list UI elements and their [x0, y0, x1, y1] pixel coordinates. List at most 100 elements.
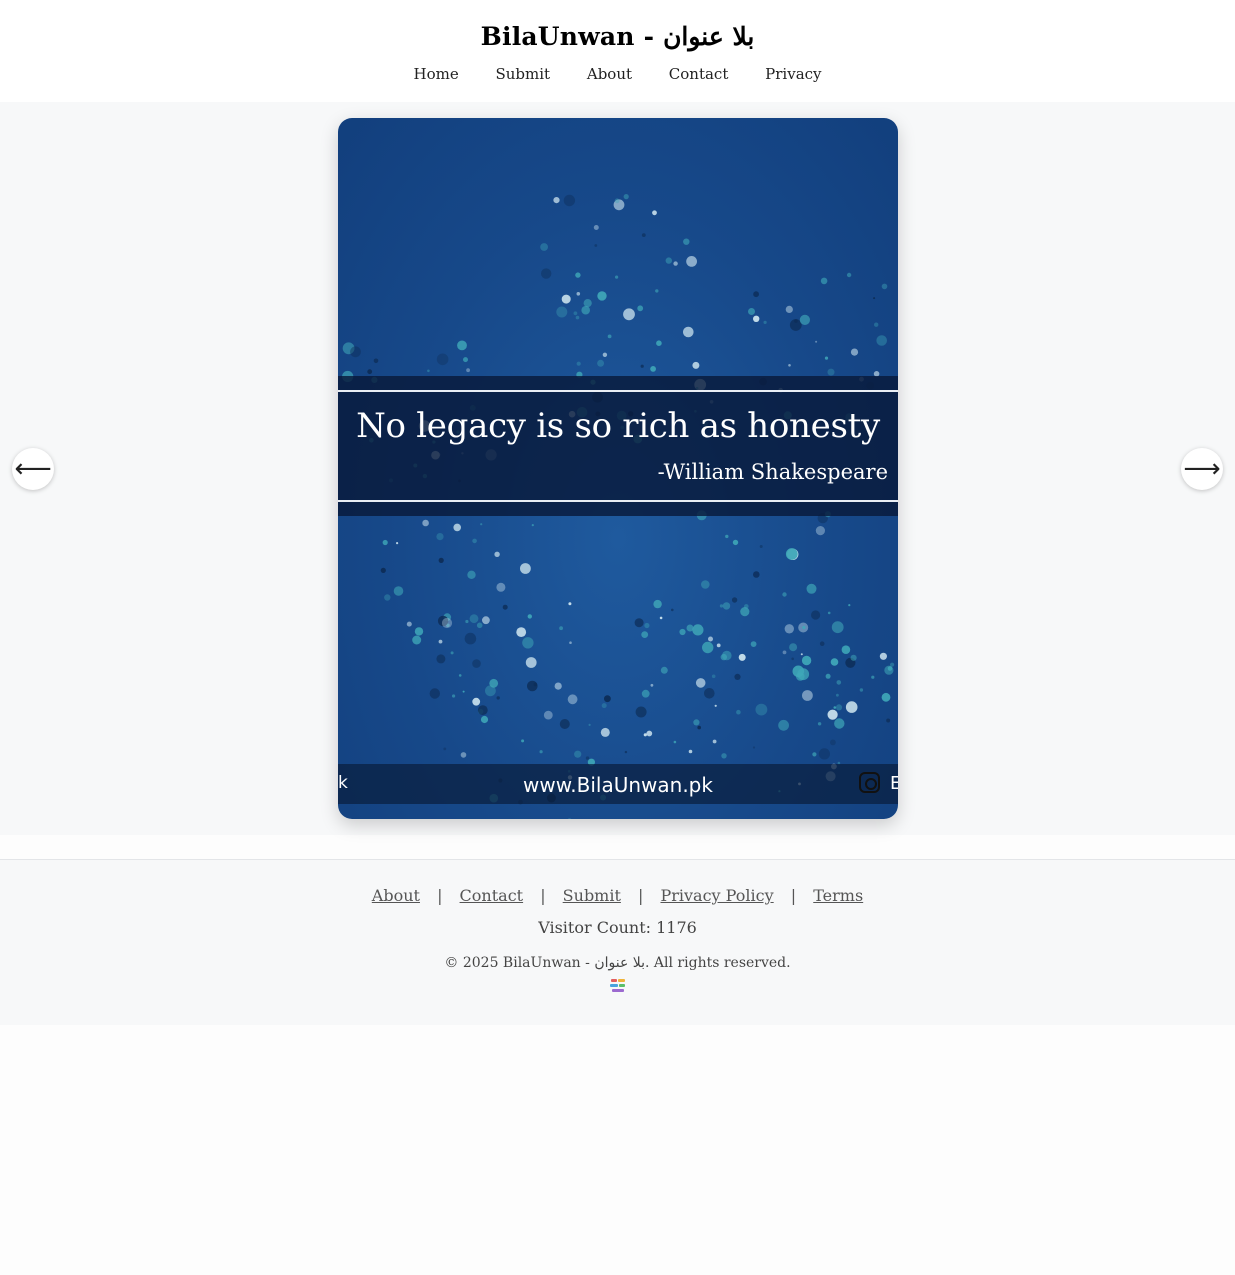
- water-droplet: [644, 622, 650, 629]
- water-droplet: [714, 704, 717, 707]
- footer-link-about[interactable]: About: [372, 886, 420, 905]
- water-droplet: [871, 675, 875, 679]
- water-droplet: [800, 653, 803, 656]
- water-droplet: [711, 674, 716, 679]
- water-droplet: [701, 580, 710, 589]
- water-droplet: [688, 749, 693, 754]
- main-nav: Home Submit About Contact Privacy: [0, 65, 1235, 83]
- quote-image[interactable]: No legacy is so rich as honesty -William…: [338, 118, 898, 819]
- water-droplet: [465, 619, 469, 624]
- water-droplet: [436, 654, 446, 664]
- water-droplet: [686, 256, 697, 267]
- footer-link-terms[interactable]: Terms: [813, 886, 863, 905]
- water-droplet: [463, 357, 468, 363]
- water-droplet: [836, 693, 839, 697]
- water-droplet: [732, 539, 739, 546]
- website-url: www.BilaUnwan.pk: [523, 773, 713, 797]
- water-droplet: [712, 739, 717, 744]
- water-droplet: [650, 683, 654, 687]
- water-droplet: [367, 369, 373, 375]
- water-droplet: [881, 692, 891, 702]
- next-arrow-button[interactable]: ⟶: [1181, 448, 1223, 490]
- nav-home[interactable]: Home: [413, 65, 458, 83]
- water-droplet: [414, 627, 424, 636]
- water-droplet: [665, 257, 672, 264]
- quote-gallery: ⟵ No legacy is so rich as honesty -Willi…: [0, 102, 1235, 835]
- water-droplet: [731, 597, 738, 603]
- water-droplet: [825, 673, 831, 679]
- water-droplet: [520, 563, 531, 574]
- water-droplet: [736, 709, 741, 715]
- water-droplet: [818, 748, 830, 760]
- water-droplet: [521, 739, 525, 743]
- water-droplet: [782, 592, 787, 597]
- water-droplet: [438, 639, 443, 644]
- water-droplet: [725, 534, 729, 539]
- nav-privacy[interactable]: Privacy: [765, 65, 821, 83]
- water-droplet: [686, 624, 694, 632]
- water-droplet: [820, 277, 828, 285]
- water-droplet: [656, 340, 662, 346]
- quote-banner: No legacy is so rich as honesty -William…: [338, 376, 898, 516]
- water-droplet: [671, 608, 674, 612]
- visitor-count: Visitor Count: 1176: [538, 918, 697, 937]
- water-droplet: [563, 194, 576, 207]
- nav-contact[interactable]: Contact: [669, 65, 729, 83]
- prev-arrow-button[interactable]: ⟵: [12, 448, 54, 490]
- water-droplet: [480, 715, 489, 724]
- instagram-icon: [859, 772, 880, 793]
- site-title[interactable]: BilaUnwan - بلا عنوان: [0, 22, 1235, 51]
- water-droplet: [716, 643, 721, 648]
- water-droplet: [576, 292, 581, 296]
- water-droplet: [833, 706, 837, 709]
- footer-link-contact[interactable]: Contact: [460, 886, 524, 905]
- water-droplet: [841, 645, 851, 654]
- water-droplet: [581, 305, 590, 315]
- footer-link-submit[interactable]: Submit: [563, 886, 621, 905]
- footer-separator: |: [540, 886, 546, 905]
- footer-link-privacy-policy[interactable]: Privacy Policy: [660, 886, 773, 905]
- water-droplet: [496, 582, 506, 592]
- water-droplet: [886, 718, 891, 723]
- water-droplet: [692, 624, 704, 636]
- water-droplet: [791, 657, 794, 661]
- water-droplet: [653, 599, 662, 609]
- water-droplet: [683, 326, 694, 338]
- water-droplet: [890, 662, 895, 667]
- water-droplet: [422, 519, 429, 527]
- water-droplet: [788, 364, 791, 367]
- water-droplet: [796, 672, 805, 681]
- water-droplet: [559, 626, 563, 631]
- water-droplet: [467, 570, 476, 579]
- water-droplet: [597, 359, 605, 367]
- water-droplet: [831, 621, 844, 634]
- water-droplet: [873, 297, 876, 300]
- water-droplet: [752, 746, 756, 749]
- water-droplet: [824, 356, 829, 360]
- water-droplet: [806, 583, 817, 594]
- water-droplet: [827, 709, 838, 720]
- water-droplet: [834, 718, 845, 729]
- water-droplet: [396, 542, 399, 545]
- water-droplet: [516, 627, 527, 637]
- nav-submit[interactable]: Submit: [495, 65, 550, 83]
- water-droplet: [406, 621, 412, 627]
- water-droplet: [817, 722, 822, 726]
- water-droplet: [466, 368, 470, 373]
- water-droplet: [485, 685, 496, 697]
- water-droplet: [373, 358, 379, 364]
- footer-separator: |: [437, 886, 443, 905]
- water-droplet: [436, 533, 444, 541]
- water-droplet: [412, 635, 422, 645]
- water-droplet: [830, 739, 836, 746]
- water-droplet: [641, 631, 649, 638]
- water-droplet: [553, 197, 560, 204]
- water-droplet: [602, 352, 608, 357]
- nav-about[interactable]: About: [587, 65, 632, 83]
- water-droplet: [494, 551, 500, 557]
- water-droplet: [874, 322, 879, 327]
- water-droplet: [637, 305, 644, 312]
- water-droplet: [789, 643, 798, 652]
- water-droplet: [585, 756, 590, 760]
- website-strip: k www.BilaUnwan.pk E: [338, 764, 898, 804]
